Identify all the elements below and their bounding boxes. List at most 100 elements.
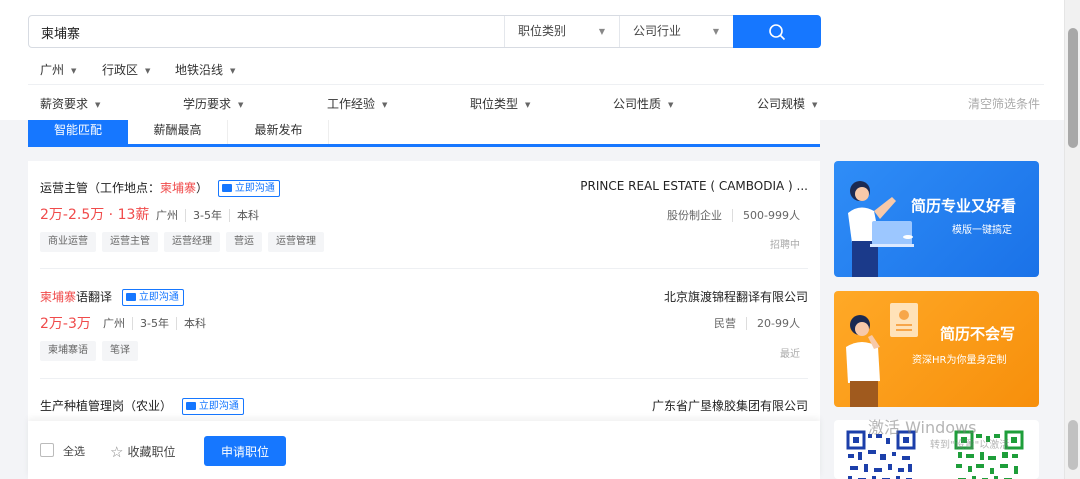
ad-subtitle: 模版一键搞定 [952,225,1012,236]
select-all-label[interactable]: 全选 [63,443,85,459]
job-title-text: 语翻译 [76,290,113,304]
search-button[interactable] [733,15,821,48]
select-all-checkbox[interactable] [40,443,54,457]
windows-activation-subtext: 转到"设置"以激活 [930,440,1010,451]
company-name[interactable]: 北京旗渡锦程翻译有限公司 [664,288,808,305]
education-filter[interactable]: 学历要求 ▼ [183,95,243,112]
chat-now-button[interactable]: 立即沟通 [121,289,184,306]
job-meta: 广州 3-5年 本科 [103,315,206,331]
scrollbar-thumb-secondary[interactable] [1068,420,1078,470]
chevron-down-icon: ▼ [812,101,818,109]
salary: 2万-2.5万 · 13薪 [40,207,150,223]
tab-latest[interactable]: 最新发布 [229,120,329,144]
scrollbar-thumb[interactable] [1068,28,1078,148]
tab-highest-salary[interactable]: 薪酬最高 [128,120,228,144]
chat-icon [185,402,196,410]
man-thinking-illustration [846,303,918,407]
chat-icon [125,293,136,301]
search-icon [769,24,786,41]
apply-job-button[interactable]: 申请职位 [204,436,286,466]
chevron-down-icon: ▼ [95,101,101,109]
job-tag: 运营管理 [268,232,324,252]
company-name[interactable]: PRINCE REAL ESTATE ( CAMBODIA ) ... [580,179,808,193]
salary: 2万-3万 [40,316,91,332]
resume-ad-banner[interactable]: 简历专业又好看 模版一键搞定 [834,161,1039,277]
chevron-down-icon: ▼ [598,27,605,36]
tab-smart-match[interactable]: 智能匹配 [28,120,128,144]
job-city: 广州 [156,209,178,222]
ad-subtitle: 资深HR为你量身定制 [912,355,1007,366]
divider [28,84,1044,85]
job-title[interactable]: 柬埔寨语翻译 立即沟通 [40,288,184,306]
metro-label: 地铁沿线 [175,63,224,77]
chevron-down-icon: ▼ [382,101,388,109]
chat-icon [221,184,232,192]
salary-filter-label: 薪资要求 [40,97,89,111]
search-input[interactable] [41,22,501,42]
job-meta: 广州 3-5年 本科 [156,207,259,223]
industry-select[interactable]: 公司行业 ▼ [619,16,733,47]
company-size: 20-99人 [746,317,800,330]
job-category-select[interactable]: 职位类别 ▼ [504,16,619,47]
chevron-down-icon: ▼ [71,67,77,75]
job-tag: 柬埔寨语 [40,341,96,361]
divider [40,378,808,379]
company-info: 民营 20-99人 [714,315,800,331]
company-info: 股份制企业 500-999人 [667,207,800,223]
experience-filter-label: 工作经验 [327,97,376,111]
district-filter[interactable]: 行政区 ▼ [102,61,150,78]
job-tags: 商业运营 运营主管 运营经理 营运 运营管理 [40,232,330,252]
company-nature-filter-label: 公司性质 [613,97,662,111]
chat-now-button[interactable]: 立即沟通 [217,180,280,197]
chevron-down-icon: ▼ [238,101,244,109]
company-nature-filter[interactable]: 公司性质 ▼ [613,95,673,112]
job-tag: 运营经理 [164,232,220,252]
search-box: 职位类别 ▼ 公司行业 ▼ [28,15,821,48]
company-size: 500-999人 [732,209,800,222]
job-status: 最近 [780,349,800,360]
job-title-highlight: 柬埔寨 [160,181,197,195]
divider [40,268,808,269]
job-education: 本科 [175,317,206,330]
education-filter-label: 学历要求 [183,97,232,111]
resume-writing-ad-banner[interactable]: 简历不会写 资深HR为你量身定制 [834,291,1039,407]
salary-filter[interactable]: 薪资要求 ▼ [40,95,100,112]
ad-title: 简历专业又好看 [911,197,1017,215]
chevron-down-icon: ▼ [525,101,531,109]
chevron-down-icon: ▼ [145,67,151,75]
job-tag: 笔译 [102,341,138,361]
job-tag: 商业运营 [40,232,96,252]
metro-filter[interactable]: 地铁沿线 ▼ [175,61,235,78]
company-type: 民营 [714,317,737,330]
chat-label: 立即沟通 [234,183,275,194]
windows-activation-watermark: 激活 Windows [868,418,977,437]
city-filter[interactable]: 广州 ▼ [40,61,76,78]
filter-panel: 职位类别 ▼ 公司行业 ▼ 广州 ▼ 行政区 ▼ 地铁沿线 ▼ 薪资要求 ▼ [0,0,1064,120]
clear-filters-link[interactable]: 清空筛选条件 [968,95,1040,112]
job-category-label: 职位类别 [518,24,567,38]
industry-label: 公司行业 [633,24,682,38]
job-tag: 营运 [226,232,262,252]
experience-filter[interactable]: 工作经验 ▼ [327,95,387,112]
job-type-filter-label: 职位类型 [470,97,519,111]
sort-tabs: 智能匹配 薪酬最高 最新发布 [28,120,820,147]
chat-label: 立即沟通 [138,292,179,303]
job-education: 本科 [228,209,259,222]
chevron-down-icon: ▼ [230,67,236,75]
action-bar: 全选 ☆ 收藏职位 申请职位 [28,421,820,479]
job-city: 广州 [103,317,125,330]
job-title[interactable]: 运营主管（工作地点：柬埔寨） 立即沟通 [40,179,280,197]
company-name[interactable]: 广东省广垦橡胶集团有限公司 [652,397,808,414]
job-title-text: 生产种植管理岗（农业） [40,399,173,413]
scrollbar[interactable] [1064,0,1080,479]
chevron-down-icon: ▼ [668,101,674,109]
chat-label: 立即沟通 [198,401,239,412]
company-size-filter-label: 公司规模 [757,97,806,111]
chat-now-button[interactable]: 立即沟通 [181,398,244,415]
job-title-highlight: 柬埔寨 [40,290,77,304]
job-title[interactable]: 生产种植管理岗（农业） 立即沟通 [40,397,244,415]
favorite-job-button[interactable]: ☆ 收藏职位 [110,442,175,461]
job-title-text: ） [196,181,209,195]
job-type-filter[interactable]: 职位类型 ▼ [470,95,530,112]
company-size-filter[interactable]: 公司规模 ▼ [757,95,817,112]
